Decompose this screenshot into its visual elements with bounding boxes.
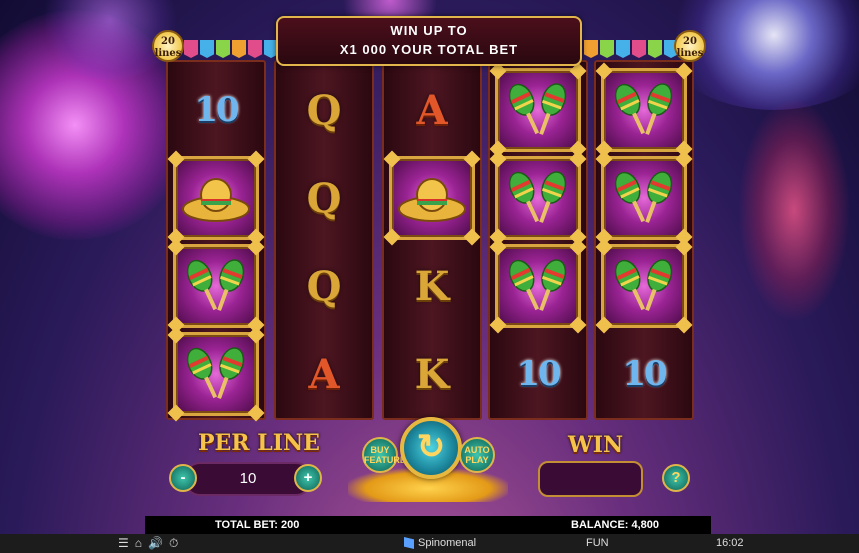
- reel-symbol: A: [276, 330, 372, 418]
- maracas-icon: [508, 83, 567, 135]
- reel-symbol: [489, 62, 587, 158]
- banner-line-1: WIN UP TO: [390, 23, 468, 38]
- reel-symbol: [595, 62, 693, 158]
- symbol-k: K: [414, 262, 450, 310]
- flags-left: [184, 34, 278, 68]
- firework-right-small: [739, 100, 849, 320]
- increase-bet-button[interactable]: +: [294, 464, 322, 492]
- maracas-icon: [614, 83, 673, 135]
- lines-badge-right: 20 lines: [674, 30, 706, 62]
- buy-feature-button[interactable]: BUY FEATURE: [362, 437, 406, 473]
- reel-symbol: [383, 150, 481, 246]
- brand-name: Spinomenal: [418, 537, 477, 549]
- symbol-10: 10: [516, 354, 561, 394]
- flags-right: [584, 34, 678, 68]
- symbol-q: Q: [306, 86, 342, 134]
- lines-number: 20: [683, 36, 697, 47]
- reel-symbol: [167, 326, 265, 422]
- reel-1: 10: [166, 60, 266, 422]
- balance: BALANCE: 4,800: [571, 519, 660, 531]
- symbol-a: A: [308, 350, 340, 398]
- symbol-q: Q: [306, 262, 342, 310]
- auto-play-button[interactable]: AUTO PLAY: [459, 437, 495, 473]
- reel-symbol: K: [384, 242, 480, 330]
- lines-word: lines: [154, 48, 182, 59]
- lines-badge-left: 20 lines: [152, 30, 184, 62]
- brand: Spinomenal: [404, 537, 476, 549]
- menu-icon[interactable]: ☰: [118, 536, 129, 551]
- status-bar: TOTAL BET: 200 BALANCE: 4,800: [145, 516, 711, 534]
- reel-5: 10: [594, 60, 694, 420]
- reel-symbol: 10: [596, 330, 692, 418]
- maracas-icon: [186, 259, 245, 311]
- spin-button[interactable]: ↻: [400, 417, 462, 479]
- maracas-icon: [508, 171, 567, 223]
- brand-logo-icon: [404, 537, 414, 549]
- maracas-icon: [186, 347, 245, 399]
- reel-3: A KK: [382, 60, 482, 420]
- reel-symbol: Q: [276, 66, 372, 154]
- maracas-icon: [508, 259, 567, 311]
- bottom-icons: ☰ ⌂ 🔊 ⏱: [118, 536, 178, 551]
- maracas-icon: [614, 171, 673, 223]
- clock: 16:02: [716, 537, 744, 549]
- sound-icon[interactable]: 🔊: [148, 536, 163, 551]
- per-line-value: 10: [184, 462, 312, 496]
- sombrero-icon: [182, 178, 250, 222]
- reel-symbol: [489, 150, 587, 246]
- reel-2: QQQA: [274, 60, 374, 420]
- win-label: WIN: [568, 432, 624, 458]
- reel-symbol: Q: [276, 242, 372, 330]
- reel-symbol: [167, 238, 265, 334]
- symbol-a: A: [416, 86, 448, 134]
- reel-symbol: 10: [490, 330, 586, 418]
- banner-line-2: X1 000 YOUR TOTAL BET: [339, 42, 519, 57]
- speed-icon[interactable]: ⏱: [169, 536, 178, 551]
- reel-4: 10: [488, 60, 588, 420]
- help-button[interactable]: ?: [662, 464, 690, 492]
- reel-symbol: [167, 150, 265, 246]
- reel-symbol: [595, 238, 693, 334]
- reel-symbol: A: [384, 66, 480, 154]
- reel-grid: 10 Q Q Q A A K K 10 10: [166, 60, 694, 422]
- reel-symbol: [489, 238, 587, 334]
- decrease-bet-button[interactable]: -: [169, 464, 197, 492]
- symbol-10: 10: [194, 90, 239, 130]
- maracas-icon: [614, 259, 673, 311]
- bottom-bar: ☰ ⌂ 🔊 ⏱ Spinomenal FUN 16:02: [0, 534, 859, 553]
- game-mode: FUN: [586, 537, 609, 549]
- per-line-label: PER LINE: [198, 430, 320, 456]
- reel-symbol: [595, 150, 693, 246]
- lines-word: lines: [676, 48, 704, 59]
- sombrero-icon: [398, 178, 466, 222]
- home-icon[interactable]: ⌂: [135, 536, 142, 551]
- reel-symbol: Q: [276, 154, 372, 242]
- reel-symbol: 10: [168, 66, 264, 154]
- symbol-q: Q: [306, 174, 342, 222]
- symbol-10: 10: [622, 354, 667, 394]
- win-value: [538, 461, 643, 497]
- symbol-k: K: [414, 350, 450, 398]
- reel-symbol: K: [384, 330, 480, 418]
- max-win-banner: WIN UP TO X1 000 YOUR TOTAL BET: [276, 16, 582, 66]
- spin-arrow-icon: ↻: [416, 428, 446, 466]
- total-bet: TOTAL BET: 200: [215, 519, 300, 531]
- lines-number: 20: [161, 36, 175, 47]
